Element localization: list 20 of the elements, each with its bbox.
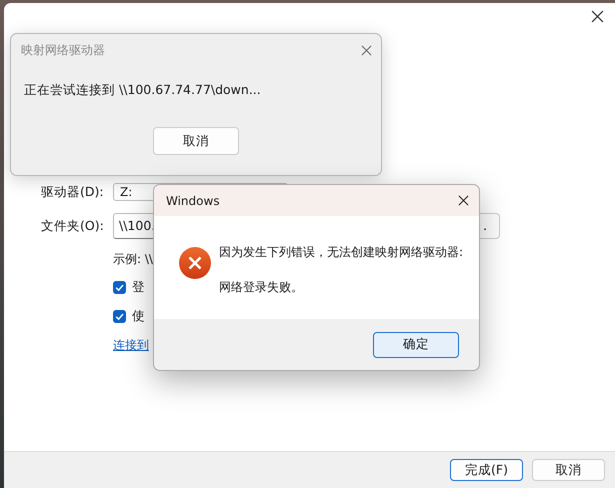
- dialog-title: 映射网络驱动器: [21, 42, 105, 58]
- cancel-button[interactable]: 取消: [532, 459, 605, 481]
- checkbox[interactable]: [113, 281, 126, 294]
- option-label: 登: [132, 279, 145, 296]
- ok-button[interactable]: 确定: [373, 332, 459, 358]
- field-label: 文件夹(O):: [41, 218, 105, 234]
- connect-link[interactable]: 连接到: [113, 337, 149, 354]
- example-text: 示例: \\: [113, 251, 153, 268]
- field-label: 驱动器(D):: [41, 184, 105, 200]
- cancel-button[interactable]: 取消: [153, 127, 239, 155]
- progress-message: 正在尝试连接到 \\100.67.74.77\down...: [24, 82, 262, 99]
- error-icon: [179, 247, 211, 279]
- checkbox[interactable]: [113, 310, 126, 323]
- close-icon[interactable]: [591, 10, 604, 23]
- error-message: 因为发生下列错误，无法创建映射网络驱动器:: [219, 244, 464, 261]
- error-detail: 网络登录失败。: [219, 279, 304, 296]
- option-label: 使: [132, 308, 145, 325]
- dialog-title: Windows: [166, 194, 220, 208]
- finish-button[interactable]: 完成(F): [450, 459, 523, 481]
- close-icon[interactable]: [458, 195, 469, 206]
